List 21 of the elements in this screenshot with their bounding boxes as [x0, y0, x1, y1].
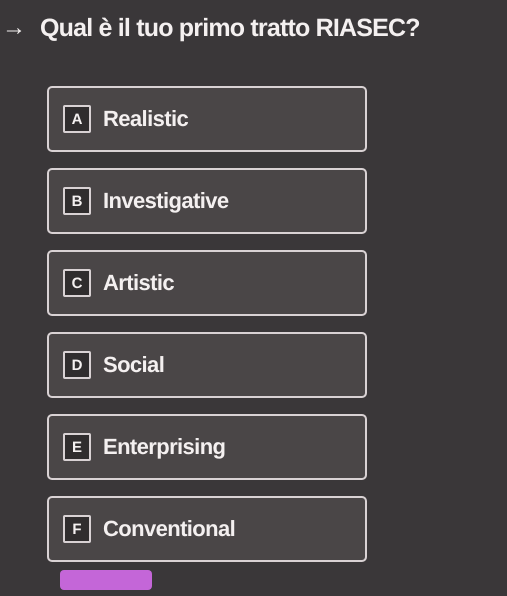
cut-off-button[interactable]: [60, 570, 152, 590]
option-label: Realistic: [103, 106, 188, 132]
option-label: Enterprising: [103, 434, 226, 460]
answer-option[interactable]: D Social: [47, 332, 367, 398]
option-key: C: [63, 269, 91, 297]
option-key: B: [63, 187, 91, 215]
option-key: F: [63, 515, 91, 543]
option-label: Social: [103, 352, 164, 378]
option-label: Investigative: [103, 188, 228, 214]
option-key: E: [63, 433, 91, 461]
answer-option[interactable]: A Realistic: [47, 86, 367, 152]
question-title: Qual è il tuo primo tratto RIASEC?: [40, 14, 420, 42]
answer-option[interactable]: C Artistic: [47, 250, 367, 316]
answer-option[interactable]: B Investigative: [47, 168, 367, 234]
answer-option[interactable]: F Conventional: [47, 496, 367, 562]
option-label: Artistic: [103, 270, 174, 296]
option-key: D: [63, 351, 91, 379]
option-key: A: [63, 105, 91, 133]
arrow-icon: →: [2, 14, 26, 42]
answer-option[interactable]: E Enterprising: [47, 414, 367, 480]
option-label: Conventional: [103, 516, 236, 542]
